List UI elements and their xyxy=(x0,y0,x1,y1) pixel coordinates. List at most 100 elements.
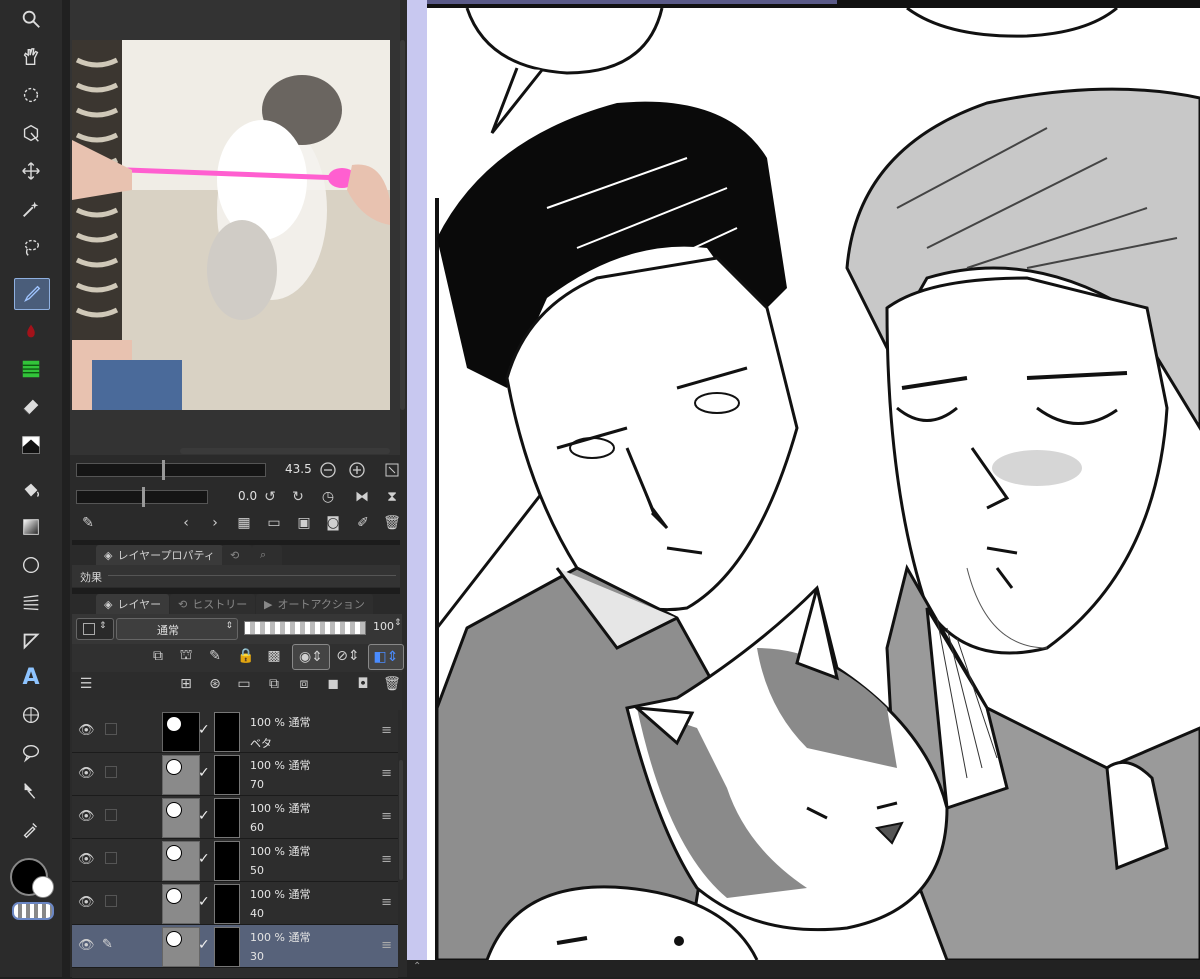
eye-icon[interactable]: 👁 xyxy=(78,938,95,954)
previous-button[interactable]: ‹ xyxy=(176,513,196,533)
tab-auto-action[interactable]: ▶ オートアクション xyxy=(256,594,373,614)
layer-row[interactable]: 👁 ✓ 100 % 通常 40 ≡ xyxy=(72,882,398,925)
collapse-icon[interactable]: ⌃ xyxy=(413,961,421,972)
drag-handle-icon[interactable]: ≡ xyxy=(381,809,392,824)
layer-row[interactable]: 👁 ✓ 100 % 通常 60 ≡ xyxy=(72,796,398,839)
layer-row[interactable]: 👁 ✓ 100 % 通常 50 ≡ xyxy=(72,839,398,882)
sub-color-swatch[interactable] xyxy=(32,876,54,898)
eye-icon[interactable]: 👁 xyxy=(78,723,95,739)
lock-layer-button[interactable]: 🔒 xyxy=(236,646,256,666)
transparent-color-swatch[interactable] xyxy=(12,902,54,920)
opacity-stepper[interactable]: ⇕ xyxy=(394,618,402,628)
object-tool[interactable] xyxy=(14,118,48,148)
zoom-in-button[interactable] xyxy=(347,460,367,480)
layer-row[interactable]: 👁 ✓ 100 % 通常 70 ≡ xyxy=(72,753,398,796)
ruler-tool[interactable] xyxy=(14,626,48,656)
ruler-display-button[interactable]: ⊘⇕ xyxy=(334,646,362,666)
pen-tool[interactable] xyxy=(14,278,50,310)
apply-mask-button[interactable]: ◘ xyxy=(353,674,373,694)
zoom-out-button[interactable] xyxy=(318,460,338,480)
mask-link-icon[interactable]: ✓ xyxy=(198,722,212,738)
drag-handle-icon[interactable]: ≡ xyxy=(381,852,392,867)
next-button[interactable]: › xyxy=(205,513,225,533)
rotate-left-button[interactable]: ↺ xyxy=(260,487,280,507)
gradient-fill-tool[interactable] xyxy=(14,430,48,460)
layer-panel-menu-button[interactable]: ☰ xyxy=(76,674,96,694)
eye-icon[interactable]: 👁 xyxy=(78,852,95,868)
gradient-tool[interactable] xyxy=(14,512,48,542)
tone-tool[interactable] xyxy=(14,354,48,384)
merge-down-button[interactable]: ⧈ xyxy=(294,674,314,694)
layer-list-scrollbar[interactable] xyxy=(399,760,403,880)
mask-link-icon[interactable]: ✓ xyxy=(198,765,212,781)
fit-to-window-button[interactable] xyxy=(382,460,402,480)
rotate-right-button[interactable]: ↻ xyxy=(288,487,308,507)
transfer-down-button[interactable]: ⧉ xyxy=(264,674,284,694)
zoom-tool[interactable] xyxy=(14,4,48,34)
tab-secondary-2[interactable]: ⌕ xyxy=(252,545,282,565)
new-folder-button[interactable]: ▭ xyxy=(234,674,254,694)
frame-border-tool[interactable] xyxy=(14,700,48,730)
lasso-tool[interactable] xyxy=(14,232,48,262)
layer-check-box[interactable] xyxy=(105,895,117,907)
mask-link-icon[interactable]: ✓ xyxy=(198,808,212,824)
mask-link-icon[interactable]: ✓ xyxy=(198,937,212,953)
flip-vertical-button[interactable]: ⧗ xyxy=(382,487,402,507)
zoom-slider[interactable] xyxy=(76,460,266,480)
mask-link-icon[interactable]: ✓ xyxy=(198,851,212,867)
delete-layer-button[interactable]: 🗑 xyxy=(382,674,402,694)
drag-handle-icon[interactable]: ≡ xyxy=(381,766,392,781)
drag-handle-icon[interactable]: ≡ xyxy=(381,938,392,953)
new-vector-layer-button[interactable]: ⊛ xyxy=(205,674,225,694)
layer-check-box[interactable] xyxy=(105,723,117,735)
tab-secondary-1[interactable]: ⟲ xyxy=(222,545,252,565)
open-folder-button[interactable]: ▭ xyxy=(264,513,284,533)
zoom-slider-thumb[interactable] xyxy=(161,460,165,480)
blend-mode-select[interactable]: 通常 ⇕ xyxy=(116,618,238,640)
reference-layer-button[interactable]: ⛫ xyxy=(176,646,196,666)
drag-handle-icon[interactable]: ≡ xyxy=(381,895,392,910)
rotation-slider-thumb[interactable] xyxy=(142,487,145,507)
text-tool[interactable]: A xyxy=(14,662,48,692)
drag-handle-icon[interactable]: ≡ xyxy=(381,723,392,738)
layer-color-select[interactable]: ⇕ xyxy=(76,618,114,640)
frame-tool[interactable] xyxy=(14,588,48,618)
lock-transparent-button[interactable]: ▩ xyxy=(264,646,284,666)
manga-canvas[interactable] xyxy=(427,8,1200,960)
figure-tool[interactable] xyxy=(14,550,48,580)
eye-icon[interactable]: 👁 xyxy=(78,809,95,825)
navigator-horizontal-scrollbar[interactable] xyxy=(180,448,390,454)
move-tool[interactable] xyxy=(14,156,48,186)
blend-tool[interactable] xyxy=(14,316,48,346)
tab-history[interactable]: ⟲ ヒストリー xyxy=(170,594,256,614)
rotation-slider[interactable] xyxy=(76,487,208,507)
layer-row[interactable]: 👁 ✎ ✓ 100 % 通常 30 ≡ xyxy=(72,925,398,968)
import-image-button[interactable]: ▣ xyxy=(294,513,314,533)
delete-button[interactable]: 🗑 xyxy=(382,513,402,533)
eye-icon[interactable]: 👁 xyxy=(78,766,95,782)
hand-tool[interactable] xyxy=(14,42,48,72)
navigator-vertical-scrollbar[interactable] xyxy=(400,40,405,410)
eraser-tool[interactable] xyxy=(14,392,48,422)
edit-button[interactable]: ✐ xyxy=(353,513,373,533)
reset-rotation-button[interactable]: ◷ xyxy=(318,487,338,507)
opacity-slider[interactable] xyxy=(244,621,366,635)
correct-line-tool[interactable] xyxy=(14,776,48,806)
flip-horizontal-button[interactable]: ⧓ xyxy=(352,487,372,507)
layer-color-button[interactable]: ◧⇕ xyxy=(368,644,404,670)
rotate-tool[interactable] xyxy=(14,80,48,110)
tab-layer[interactable]: ◈ レイヤー xyxy=(96,594,170,614)
mask-button[interactable]: ◼ xyxy=(323,674,343,694)
new-raster-layer-button[interactable]: ⊞ xyxy=(176,674,196,694)
eyedropper-tool[interactable] xyxy=(14,814,48,844)
eye-icon[interactable]: 👁 xyxy=(78,895,95,911)
auto-select-tool[interactable] xyxy=(14,194,48,224)
mask-toggle-button[interactable]: ◉⇕ xyxy=(292,644,330,670)
tab-layer-property[interactable]: ◈ レイヤープロパティ xyxy=(96,545,223,565)
layer-row[interactable] xyxy=(72,968,398,979)
grid-view-button[interactable]: ▦ xyxy=(234,513,254,533)
mask-link-icon[interactable]: ✓ xyxy=(198,894,212,910)
layer-check-box[interactable] xyxy=(105,766,117,778)
clip-button[interactable]: ⧉ xyxy=(148,646,168,666)
layer-check-box[interactable] xyxy=(105,852,117,864)
